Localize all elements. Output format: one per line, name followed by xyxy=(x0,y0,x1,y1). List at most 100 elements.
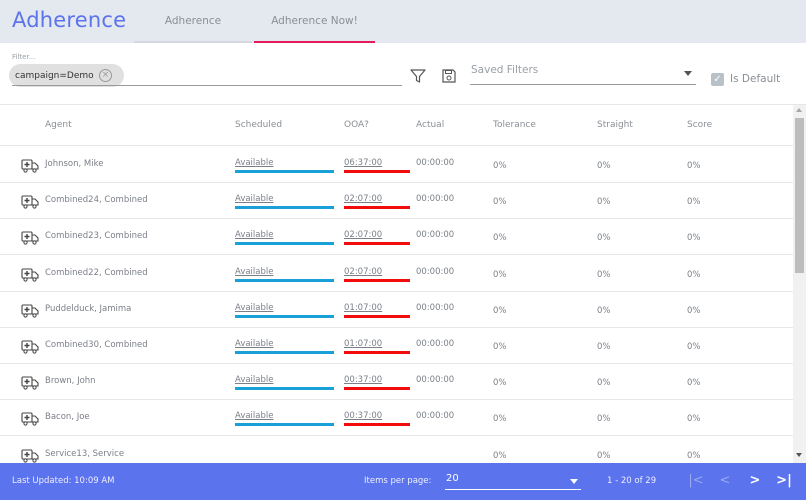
tolerance-value: 0% xyxy=(493,378,507,389)
score-value: 0% xyxy=(687,269,701,280)
score-value: 0% xyxy=(687,342,701,352)
funnel-icon[interactable] xyxy=(409,67,427,85)
saved-filters-placeholder: Saved Filters xyxy=(471,64,539,76)
straight-value: 0% xyxy=(597,305,611,316)
chevron-down-icon xyxy=(684,71,692,76)
first-page-button[interactable]: |< xyxy=(686,471,706,491)
ooa-time[interactable]: 02:07:00 xyxy=(344,194,410,210)
actual-time: 00:00:00 xyxy=(416,266,455,277)
ooa-time[interactable]: 01:07:00 xyxy=(344,339,410,354)
table-row[interactable]: Combined22, Combined Available 02:07:00 00:… xyxy=(0,256,793,292)
table-row[interactable]: Combined23, Combined Available 02:07:00 00:… xyxy=(0,219,793,256)
agent-name[interactable]: Service13, Service xyxy=(45,449,124,459)
straight-value: 0% xyxy=(597,197,611,208)
actual-time: 00:00:00 xyxy=(416,194,455,205)
is-default-label: Is Default xyxy=(730,73,781,85)
saved-filters-select[interactable]: Saved Filters xyxy=(470,60,696,85)
scheduled-status[interactable]: Available xyxy=(235,339,334,354)
scheduled-status[interactable]: Available xyxy=(235,194,334,210)
score-value: 0% xyxy=(687,233,701,244)
ooa-time[interactable]: 00:37:00 xyxy=(344,411,410,427)
column-header-scheduled[interactable]: Scheduled xyxy=(235,120,282,130)
score-value: 0% xyxy=(687,305,701,316)
scheduled-status[interactable]: Available xyxy=(235,303,334,318)
scheduled-status[interactable]: Available xyxy=(235,158,334,173)
footer-bar: Last Updated: 10:09 AM Items per page: 2… xyxy=(0,463,806,500)
agent-name[interactable]: Puddelduck, Jamima xyxy=(45,304,131,314)
score-value: 0% xyxy=(687,378,701,389)
table-row[interactable]: Puddelduck, Jamima Available 01:07:00 00:00… xyxy=(0,292,793,328)
table-row[interactable]: Johnson, Mike Available 06:37:00 00:00:00 0%… xyxy=(0,147,793,183)
close-icon[interactable]: × xyxy=(99,69,112,82)
straight-value: 0% xyxy=(597,233,611,244)
ambulance-icon xyxy=(21,267,39,282)
table-header: Agent Scheduled OOA? Actual Tolerance St… xyxy=(0,105,793,146)
agent-name[interactable]: Bacon, Joe xyxy=(45,412,90,422)
column-header-ooa[interactable]: OOA? xyxy=(344,120,369,130)
actual-time: 00:00:00 xyxy=(416,230,455,241)
scheduled-status[interactable]: Available xyxy=(235,411,334,427)
last-page-button[interactable]: >| xyxy=(774,471,794,491)
actual-time: 00:00:00 xyxy=(416,411,455,422)
chevron-down-icon xyxy=(570,479,578,484)
scheduled-status[interactable]: Available xyxy=(235,230,334,246)
score-value: 0% xyxy=(687,450,701,461)
column-header-agent[interactable]: Agent xyxy=(45,120,72,130)
ambulance-icon xyxy=(21,339,39,354)
agent-name[interactable]: Combined24, Combined xyxy=(45,195,148,205)
scrollbar[interactable] xyxy=(793,105,806,463)
tab-adherence-now[interactable]: Adherence Now! xyxy=(254,0,375,43)
agent-name[interactable]: Brown, John xyxy=(45,376,96,386)
scheduled-status[interactable]: Available xyxy=(235,267,334,282)
adherence-table: Agent Scheduled OOA? Actual Tolerance St… xyxy=(0,105,793,463)
filter-input[interactable] xyxy=(12,85,402,86)
ooa-time[interactable]: 02:07:00 xyxy=(344,230,410,246)
next-page-button[interactable]: > xyxy=(745,471,765,491)
items-per-page-select[interactable]: 20 xyxy=(445,472,581,490)
column-header-score[interactable]: Score xyxy=(687,120,712,130)
score-value: 0% xyxy=(687,197,701,208)
scheduled-status[interactable]: Available xyxy=(235,375,334,391)
tolerance-value: 0% xyxy=(493,197,507,208)
table-row[interactable]: Combined30, Combined Available 01:07:00 00:… xyxy=(0,328,793,364)
filter-chip[interactable]: campaign=Demo × xyxy=(9,64,124,87)
tolerance-value: 0% xyxy=(493,161,507,171)
scroll-down-icon[interactable] xyxy=(796,453,802,457)
table-row[interactable]: Brown, John Available 00:37:00 00:00:00 0% 0%… xyxy=(0,364,793,401)
agent-name[interactable]: Combined22, Combined xyxy=(45,268,148,278)
app-title: Adherence xyxy=(12,8,127,32)
ooa-time[interactable]: 02:07:00 xyxy=(344,267,410,282)
actual-time: 00:00:00 xyxy=(416,158,455,168)
filter-chip-label: campaign=Demo xyxy=(15,70,94,81)
table-row[interactable]: Service13, Service 0% 0% 0% xyxy=(0,437,793,463)
items-per-page-value: 20 xyxy=(446,473,459,484)
ambulance-icon xyxy=(21,375,39,390)
scroll-thumb[interactable] xyxy=(795,118,804,273)
straight-value: 0% xyxy=(597,450,611,461)
ooa-time[interactable]: 01:07:00 xyxy=(344,303,410,318)
agent-name[interactable]: Combined30, Combined xyxy=(45,340,148,350)
save-icon[interactable] xyxy=(441,68,457,84)
page-range: 1 - 20 of 29 xyxy=(607,476,657,486)
ooa-time[interactable]: 00:37:00 xyxy=(344,375,410,391)
ambulance-icon xyxy=(21,230,39,245)
prev-page-button[interactable]: < xyxy=(715,471,735,491)
straight-value: 0% xyxy=(597,342,611,352)
is-default-checkbox[interactable]: ✓ xyxy=(711,73,724,86)
table-row[interactable]: Bacon, Joe Available 00:37:00 00:00:00 0% 0% 0… xyxy=(0,400,793,437)
tab-adherence[interactable]: Adherence xyxy=(134,0,252,43)
column-header-tolerance[interactable]: Tolerance xyxy=(493,120,536,130)
tolerance-value: 0% xyxy=(493,305,507,316)
filter-label: Filter... xyxy=(12,53,36,61)
column-header-actual[interactable]: Actual xyxy=(416,120,444,130)
last-updated: Last Updated: 10:09 AM xyxy=(12,476,115,486)
score-value: 0% xyxy=(687,161,701,171)
ooa-time[interactable]: 06:37:00 xyxy=(344,158,410,173)
scroll-up-icon[interactable] xyxy=(796,108,802,112)
tolerance-value: 0% xyxy=(493,450,507,461)
tolerance-value: 0% xyxy=(493,269,507,280)
table-row[interactable]: Combined24, Combined Available 02:07:00 00:… xyxy=(0,183,793,220)
agent-name[interactable]: Combined23, Combined xyxy=(45,231,148,241)
column-header-straight[interactable]: Straight xyxy=(597,120,633,130)
agent-name[interactable]: Johnson, Mike xyxy=(45,159,103,169)
